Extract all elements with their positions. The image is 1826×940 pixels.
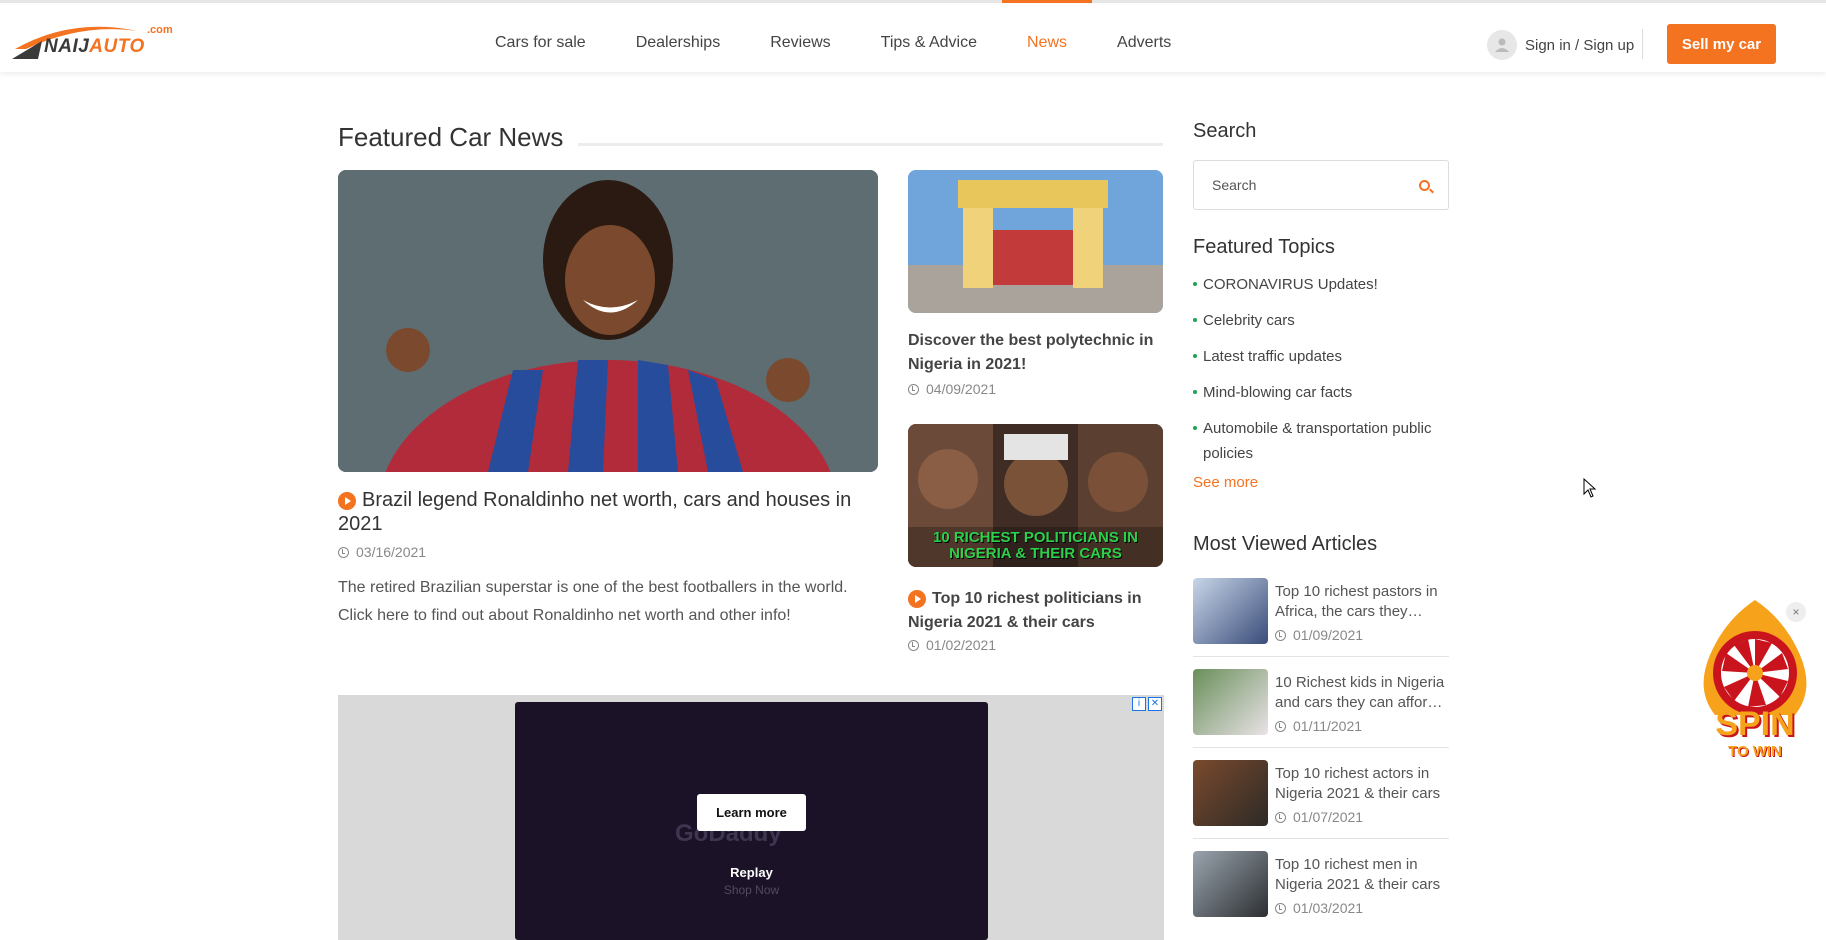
most-viewed-item[interactable]: Top 10 richest actors in Nigeria 2021 & … (1193, 760, 1449, 839)
side-article-1-date-text: 04/09/2021 (926, 381, 997, 397)
clock-icon (908, 383, 919, 395)
nav-reviews[interactable]: Reviews (745, 3, 855, 75)
side-article-2-title[interactable]: Top 10 richest politicians in Nigeria 20… (908, 587, 1166, 635)
most-viewed-thumbnail (1193, 669, 1268, 735)
most-viewed-thumbnail (1193, 851, 1268, 917)
ad-shop-now-link[interactable]: Shop Now (515, 883, 988, 897)
side-article-1-title[interactable]: Discover the best polytechnic in Nigeria… (908, 329, 1166, 377)
most-viewed-title: Top 10 richest men in Nigeria 2021 & the… (1275, 856, 1441, 893)
main-nav: Cars for sale Dealerships Reviews Tips &… (470, 0, 1196, 75)
search-icon[interactable] (1419, 180, 1430, 191)
ad-video[interactable]: GoDaddy Learn more Replay Shop Now (515, 702, 988, 940)
title-divider (578, 143, 1163, 146)
topic-item[interactable]: Celebrity cars (1193, 308, 1449, 333)
nav-dealerships[interactable]: Dealerships (611, 3, 745, 75)
side-article-2-image[interactable]: 10 RICHEST POLITICIANS IN NIGERIA & THEI… (908, 424, 1163, 567)
most-viewed-date: 01/11/2021 (1275, 718, 1362, 734)
topic-item[interactable]: CORONAVIRUS Updates! (1193, 272, 1449, 297)
most-viewed-date-text: 01/07/2021 (1293, 809, 1364, 825)
most-viewed-thumbnail (1193, 578, 1268, 644)
to-win-label: TO WIN (1728, 743, 1782, 760)
mouse-cursor-icon (1583, 478, 1597, 498)
site-logo[interactable]: .com NAIJAUTO (12, 19, 177, 59)
most-viewed-thumbnail (1193, 760, 1268, 826)
nav-tips-advice[interactable]: Tips & Advice (856, 3, 1002, 75)
spin-to-win-widget[interactable]: SPIN TO WIN (1690, 595, 1820, 770)
most-viewed-title: Top 10 richest pastors in Africa, the ca… (1275, 583, 1438, 620)
most-viewed-date: 01/03/2021 (1275, 900, 1363, 916)
most-viewed-date-text: 01/03/2021 (1293, 900, 1364, 916)
signin-link[interactable]: Sign in / Sign up (1487, 30, 1634, 60)
nav-adverts[interactable]: Adverts (1092, 3, 1196, 75)
hero-image[interactable] (338, 170, 878, 472)
nav-cars-for-sale[interactable]: Cars for sale (470, 3, 611, 75)
ad-replay-button[interactable]: Replay (515, 865, 988, 880)
hero-date: 03/16/2021 (338, 544, 426, 560)
logo-com: .com (147, 24, 173, 36)
search-input[interactable]: Search (1193, 160, 1449, 210)
spin-close-icon[interactable]: × (1786, 602, 1806, 622)
user-avatar-icon (1487, 30, 1517, 60)
most-viewed-item[interactable]: Top 10 richest men in Nigeria 2021 & the… (1193, 851, 1449, 930)
side-article-2-title-text: Top 10 richest politicians in Nigeria 20… (908, 590, 1142, 631)
side-article-2-image-caption: 10 RICHEST POLITICIANS IN NIGERIA & THEI… (932, 529, 1139, 562)
topic-item[interactable]: Latest traffic updates (1193, 344, 1449, 369)
most-viewed-date: 01/07/2021 (1275, 809, 1363, 825)
ad-choices[interactable]: i ✕ (1132, 697, 1162, 711)
hero-date-text: 03/16/2021 (356, 544, 427, 560)
signin-label: Sign in / Sign up (1525, 36, 1635, 54)
clock-icon (338, 546, 349, 558)
page-title: Featured Car News (338, 122, 564, 152)
ad-learn-more-button[interactable]: Learn more (697, 794, 806, 831)
logo-text: NAIJAUTO (44, 36, 145, 58)
logo-text-part1: NAIJ (44, 36, 90, 57)
header-divider (1642, 29, 1643, 59)
spin-label: SPIN (1715, 705, 1795, 743)
hero-article-title[interactable]: Brazil legend Ronaldinho net worth, cars… (338, 488, 878, 536)
most-viewed-heading: Most Viewed Articles (1193, 533, 1378, 555)
ad-close-icon[interactable]: ✕ (1148, 697, 1162, 711)
advertisement-banner[interactable]: i ✕ GoDaddy Learn more Replay Shop Now (338, 695, 1164, 940)
video-play-icon (908, 589, 926, 608)
most-viewed-date-text: 01/09/2021 (1293, 627, 1364, 643)
side-article-2-date-text: 01/02/2021 (926, 637, 997, 653)
most-viewed-item[interactable]: Top 10 richest pastors in Africa, the ca… (1193, 578, 1449, 657)
clock-icon (1275, 720, 1286, 732)
side-article-2-date: 01/02/2021 (908, 637, 996, 653)
most-viewed-date-text: 01/11/2021 (1293, 718, 1363, 734)
top-navbar: .com NAIJAUTO Cars for sale Dealerships … (0, 0, 1826, 72)
hero-title-text: Brazil legend Ronaldinho net worth, cars… (338, 489, 852, 535)
most-viewed-item[interactable]: 10 Richest kids in Nigeria and cars they… (1193, 669, 1449, 748)
nav-news[interactable]: News (1002, 0, 1093, 75)
clock-icon (908, 639, 919, 651)
sell-my-car-button[interactable]: Sell my car (1667, 24, 1776, 64)
featured-topics-list: CORONAVIRUS Updates! Celebrity cars Late… (1193, 272, 1449, 477)
topic-item[interactable]: Automobile & transportation public polic… (1193, 416, 1449, 466)
clock-icon (1275, 811, 1286, 823)
side-article-1-date: 04/09/2021 (908, 381, 996, 397)
most-viewed-date: 01/09/2021 (1275, 627, 1363, 643)
search-heading: Search (1193, 120, 1257, 142)
clock-icon (1275, 629, 1286, 641)
side-article-1-image[interactable] (908, 170, 1163, 313)
most-viewed-title: Top 10 richest actors in Nigeria 2021 & … (1275, 765, 1441, 802)
ad-info-icon[interactable]: i (1132, 697, 1146, 711)
search-placeholder: Search (1212, 177, 1257, 193)
featured-topics-heading: Featured Topics (1193, 236, 1335, 258)
video-play-icon (338, 491, 356, 510)
topic-item[interactable]: Mind-blowing car facts (1193, 380, 1449, 405)
logo-text-part2: AUTO (89, 36, 145, 57)
most-viewed-title: 10 Richest kids in Nigeria and cars they… (1275, 674, 1445, 711)
clock-icon (1275, 902, 1286, 914)
hero-description: The retired Brazilian superstar is one o… (338, 579, 848, 624)
see-more-link[interactable]: See more (1193, 474, 1258, 491)
